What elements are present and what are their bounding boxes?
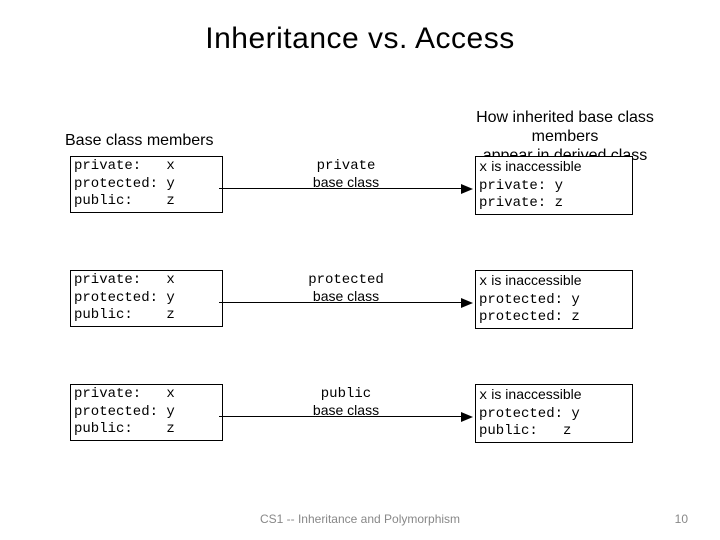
left-column-header: Base class members <box>65 132 214 150</box>
footer-text: CS1 -- Inheritance and Polymorphism <box>0 512 720 526</box>
base-box-2: private: x protected: y public: z <box>70 270 223 327</box>
base-box-3: private: x protected: y public: z <box>70 384 223 441</box>
d1-l3: private: z <box>479 195 563 211</box>
d1-l2: private: y <box>479 178 563 194</box>
d2-x-txt: is inaccessible <box>487 272 581 288</box>
right-header-line1: How inherited base class members <box>476 109 654 145</box>
d2-l2: protected: y <box>479 292 580 308</box>
arrow-3-type: public <box>321 386 371 402</box>
arrow-1-type: private <box>317 158 376 174</box>
d2-l3: protected: z <box>479 309 580 325</box>
d3-l2: protected: y <box>479 406 580 422</box>
derived-box-3: x is inaccessible protected: y public: z <box>475 384 633 443</box>
d1-x-txt: is inaccessible <box>487 158 581 174</box>
slide-title: Inheritance vs. Access <box>0 0 720 56</box>
d3-l3: public: z <box>479 423 571 439</box>
arrow-2-type: protected <box>308 272 384 288</box>
derived-box-2: x is inaccessible protected: y protected… <box>475 270 633 329</box>
d3-x-txt: is inaccessible <box>487 386 581 402</box>
base-box-1: private: x protected: y public: z <box>70 156 223 213</box>
page-number: 10 <box>675 512 688 526</box>
derived-box-1: x is inaccessible private: y private: z <box>475 156 633 215</box>
